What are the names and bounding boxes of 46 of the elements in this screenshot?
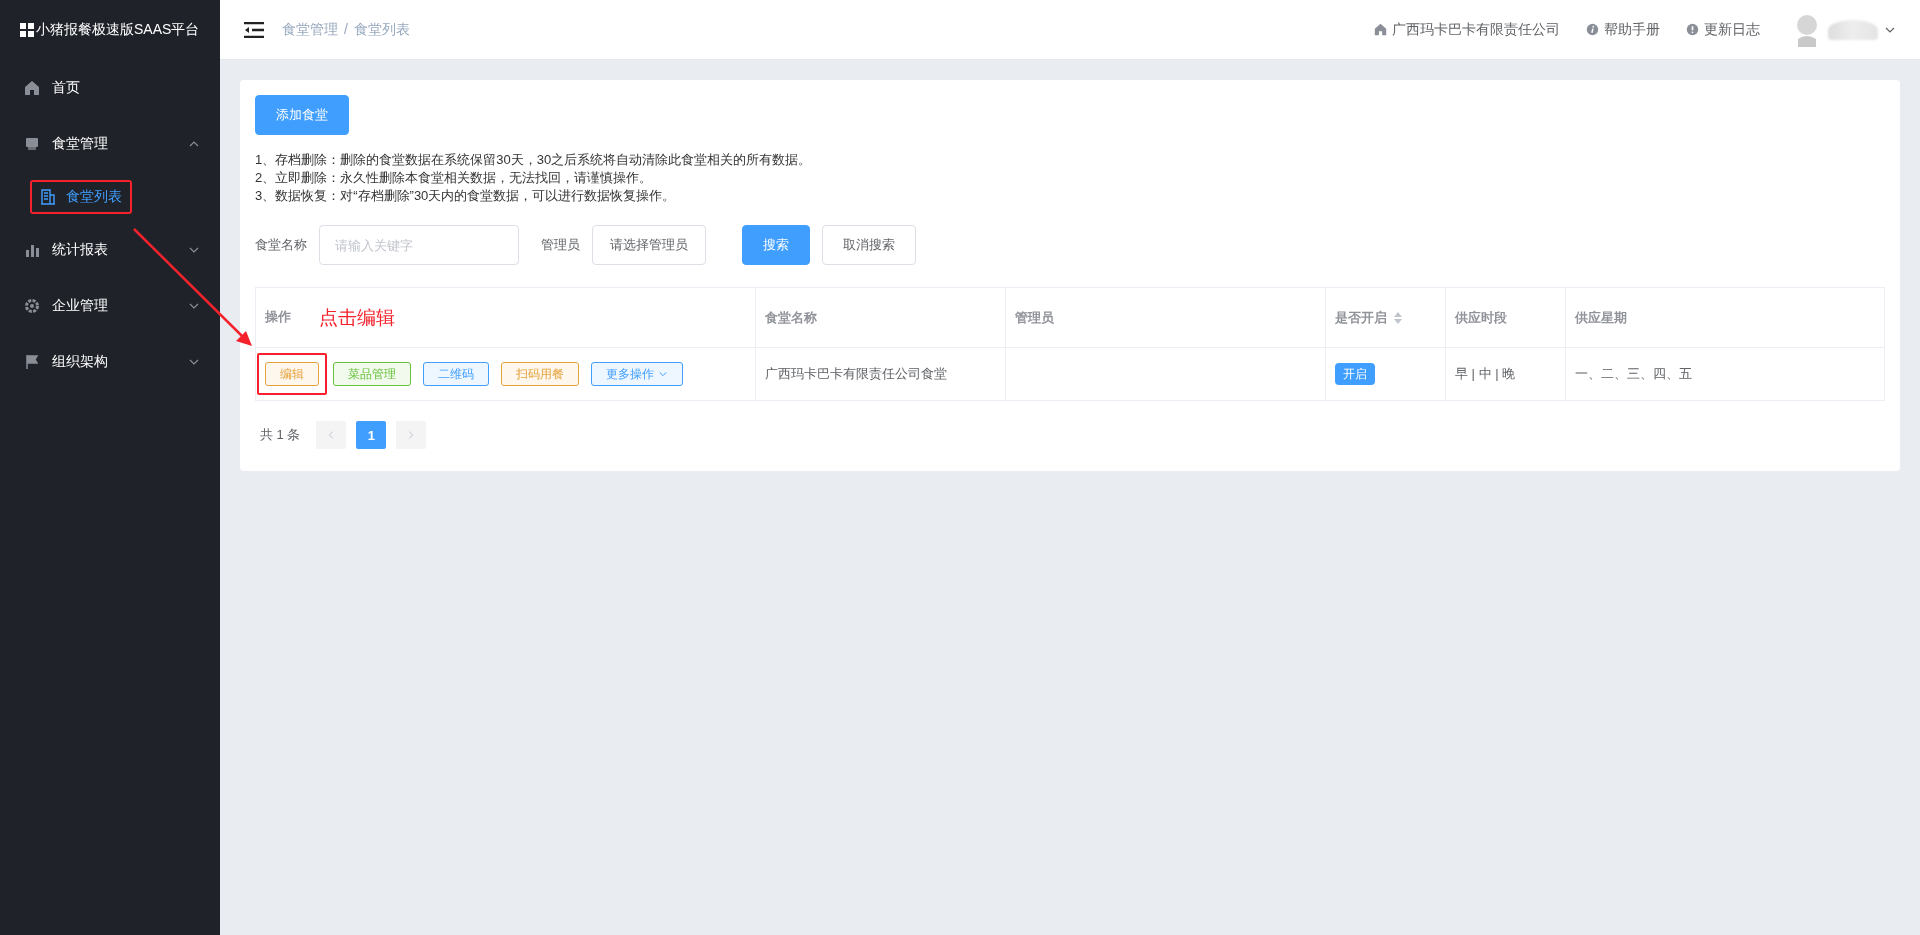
note-text: 3、数据恢复：对“存档删除”30天内的食堂数据，可以进行数据恢复操作。 — [255, 187, 677, 205]
breadcrumb-separator: / — [344, 20, 348, 39]
settings-icon — [24, 298, 40, 314]
sidebar-item[interactable]: 企业管理 — [0, 278, 220, 334]
info-icon — [1586, 23, 1599, 36]
bar-chart-icon — [24, 242, 40, 258]
manager-select[interactable]: 请选择管理员 — [592, 225, 706, 265]
blurred-user-name — [1828, 19, 1878, 40]
column-header: 操作 — [265, 308, 291, 324]
collapse-menu-icon — [244, 21, 264, 38]
sidebar-item[interactable]: 组织架构 — [0, 334, 220, 390]
note-text: 2、立即删除：永久性删除本食堂相关数据，无法找回，请谨慎操作。 — [255, 169, 654, 187]
header-link[interactable]: 更新日志 — [1686, 20, 1760, 39]
note-text: 1、存档删除：删除的食堂数据在系统保留30天，30之后系统将自动清除此食堂相关的所有数据。 — [255, 151, 813, 169]
column-header: 是否开启 — [1335, 309, 1387, 325]
filter-label: 管理员 — [541, 236, 580, 254]
sidebar-subitem[interactable]: 食堂列表 — [30, 180, 132, 214]
column-header: 管理员 — [1015, 309, 1054, 325]
sidebar-item[interactable]: 首页 — [0, 60, 220, 116]
flag-icon — [24, 354, 40, 370]
status-tag: 开启 — [1335, 363, 1375, 385]
column-header: 供应时段 — [1455, 309, 1507, 325]
canteen-name: 广西玛卡巴卡有限责任公司食堂 — [765, 366, 947, 381]
meal-periods: 早 | 中 | 晚 — [1455, 366, 1516, 381]
sidebar-item[interactable]: 统计报表 — [0, 222, 220, 278]
filter-label: 食堂名称 — [255, 236, 307, 254]
home-icon — [1374, 23, 1387, 36]
home-icon — [24, 80, 40, 96]
header-link[interactable]: 广西玛卡巴卡有限责任公司 — [1374, 20, 1560, 39]
sidebar-item[interactable]: 食堂管理 — [0, 116, 220, 172]
column-header: 食堂名称 — [765, 309, 817, 325]
annotation-text: 点击编辑 — [319, 306, 395, 328]
grid-icon — [20, 23, 34, 37]
column-header: 供应星期 — [1575, 309, 1627, 325]
store-icon — [24, 136, 40, 152]
weekdays: 一、二、三、四、五 — [1575, 366, 1692, 381]
alert-icon — [1686, 23, 1699, 36]
next-page-button[interactable] — [396, 421, 427, 449]
building-icon — [40, 189, 56, 205]
keyword-input-field[interactable]: 请输入关键字 — [319, 225, 519, 265]
header-link[interactable]: 帮助手册 — [1586, 20, 1660, 39]
app-title: 小猪报餐极速版SAAS平台 — [36, 21, 200, 39]
total-count: 共 1 条 — [260, 426, 301, 444]
chevron-down-icon — [658, 369, 668, 379]
prev-page-button[interactable] — [316, 421, 347, 449]
cancel-search-button[interactable]: 取消搜索 — [822, 225, 916, 265]
